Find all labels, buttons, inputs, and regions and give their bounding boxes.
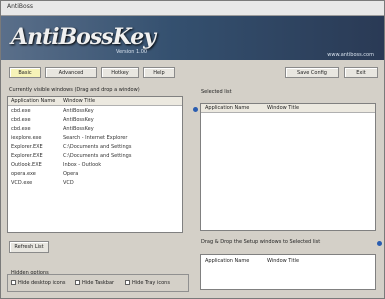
window-title: C:\Documents and Settings (63, 153, 132, 159)
app-window: AntiBoss AntiBossKey Version 1.00 www.an… (0, 0, 385, 299)
window-title: Search - Internet Explorer (63, 135, 128, 141)
app-name: VCD.exe (11, 180, 33, 186)
column-window-title[interactable]: Window Title (267, 258, 299, 264)
list-item[interactable]: cbd.exe AntiBossKey (8, 125, 182, 133)
setup-windows-list[interactable]: Application Name Window Title (200, 254, 376, 290)
list-item[interactable]: Explorer.EXE C:\Documents and Settings (8, 143, 182, 151)
window-title: AntiBossKey (63, 108, 94, 114)
list-item[interactable]: cbd.exe AntiBossKey (8, 116, 182, 124)
list-header: Application Name Window Title (201, 104, 375, 113)
column-app-name[interactable]: Application Name (205, 105, 249, 111)
list-item[interactable]: cbd.exe AntiBossKey (8, 107, 182, 115)
list-item[interactable]: VCD.exe VCD (8, 179, 182, 187)
arrow-icon[interactable] (377, 241, 382, 246)
tab-help[interactable]: Help (143, 67, 175, 78)
app-name: Explorer.EXE (11, 144, 43, 150)
window-title: AntiBoss (7, 3, 33, 10)
window-title: AntiBossKey (63, 126, 94, 132)
tab-advanced[interactable]: Advanced (45, 67, 97, 78)
save-config-button[interactable]: Save Config (285, 67, 339, 78)
list-item[interactable]: Outlook.EXE Inbox - Outlook (8, 161, 182, 169)
version-text: Version 1.00 (116, 49, 148, 55)
window-title: Inbox - Outlook (63, 162, 102, 168)
website-text: www.antiboss.com (327, 52, 374, 58)
option-label: Hide desktop icons (18, 280, 66, 286)
refresh-list-button[interactable]: Refresh List (9, 241, 49, 253)
hide-tray-icons-checkbox[interactable] (125, 280, 130, 285)
list-item[interactable]: Explorer.EXE C:\Documents and Settings (8, 152, 182, 160)
drag-drop-caption: Drag & Drop the Setup windows to Selecte… (201, 239, 321, 245)
app-name: cbd.exe (11, 117, 31, 123)
exit-button[interactable]: Exit (344, 67, 378, 78)
arrow-right-icon[interactable] (193, 107, 198, 112)
window-title: AntiBossKey (63, 117, 94, 123)
app-name: Explorer.EXE (11, 153, 43, 159)
window-title: C:\Documents and Settings (63, 144, 132, 150)
visible-windows-list[interactable]: Application Name Window Title cbd.exe Ant… (7, 96, 183, 233)
window-title: VCD (63, 180, 74, 186)
app-name: cbd.exe (11, 126, 31, 132)
app-logo: AntiBossKey (11, 24, 156, 50)
window-title: Opera (63, 171, 79, 177)
list-item[interactable]: iexplore.exe Search - Internet Explorer (8, 134, 182, 142)
tab-hotkey[interactable]: Hotkey (101, 67, 139, 78)
hide-taskbar-checkbox[interactable] (75, 280, 80, 285)
option-label: Hide Tray icons (132, 280, 170, 286)
column-app-name[interactable]: Application Name (11, 98, 55, 104)
column-window-title[interactable]: Window Title (267, 105, 299, 111)
list-header: Application Name Window Title (201, 255, 375, 264)
column-app-name[interactable]: Application Name (205, 258, 249, 264)
list-header: Application Name Window Title (8, 97, 182, 106)
visible-windows-caption: Currently visible windows (Drag and drop… (9, 87, 140, 93)
selected-list-caption: Selected list (201, 89, 232, 95)
hide-desktop-icons-checkbox[interactable] (11, 280, 16, 285)
app-name: opera.exe (11, 171, 36, 177)
list-item[interactable]: opera.exe Opera (8, 170, 182, 178)
selected-windows-list[interactable]: Application Name Window Title (200, 103, 376, 231)
app-name: iexplore.exe (11, 135, 42, 141)
title-bar: AntiBoss (1, 1, 384, 16)
column-window-title[interactable]: Window Title (63, 98, 95, 104)
header-banner: AntiBossKey Version 1.00 www.antiboss.co… (1, 16, 384, 60)
app-name: cbd.exe (11, 108, 31, 114)
tab-basic[interactable]: Basic (9, 67, 41, 78)
option-label: Hide Taskbar (82, 280, 115, 286)
app-name: Outlook.EXE (11, 162, 42, 168)
